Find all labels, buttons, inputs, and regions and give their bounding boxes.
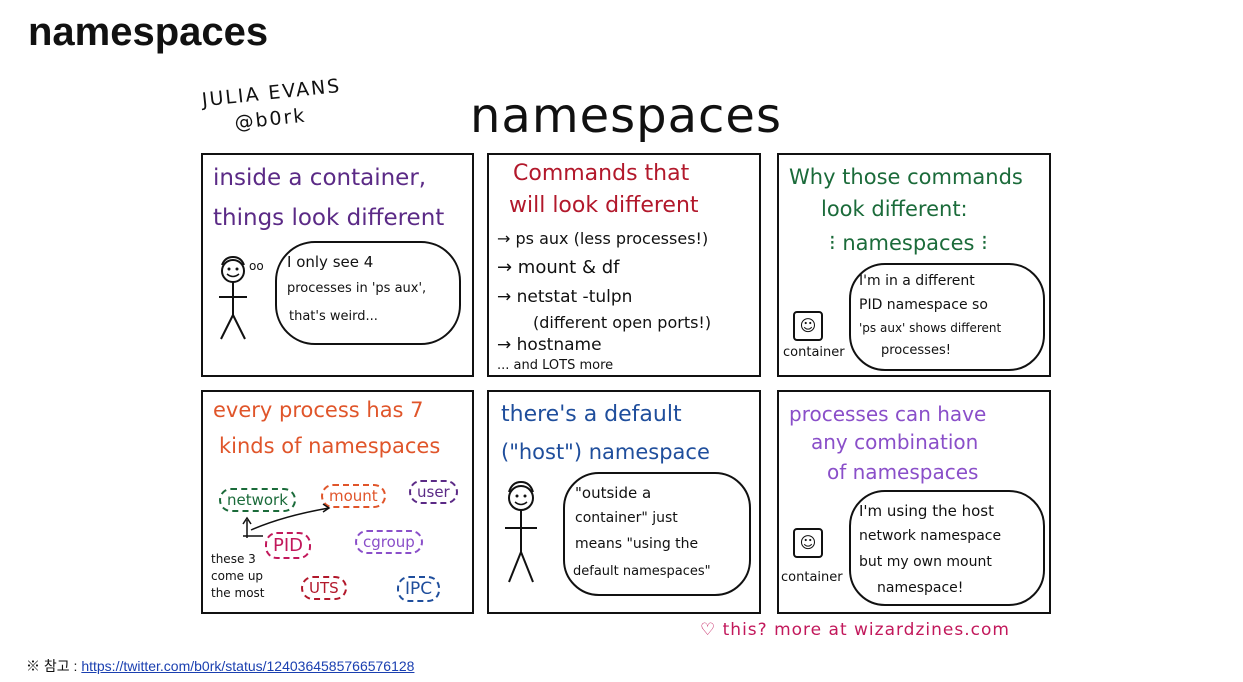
command-item: → hostname xyxy=(497,335,602,355)
speech-line: 'ps aux' shows different xyxy=(859,321,1002,335)
author-signature: JULIA EVANS @b0rk xyxy=(201,73,345,139)
panel-title-line2: kinds of namespaces xyxy=(219,434,441,458)
panel-title-line1: every process has 7 xyxy=(213,398,424,422)
speech-line: means "using the xyxy=(575,536,699,552)
thought-cloud: I only see 4 processes in 'ps aux', that… xyxy=(275,241,461,345)
speech-line: processes! xyxy=(881,343,951,358)
panel-any-combination: processes can have any combination of na… xyxy=(777,390,1051,614)
speech-bubble: "outside a container" just means "using … xyxy=(563,472,751,596)
stick-figure-icon xyxy=(505,480,537,583)
namespace-tag-uts: UTS xyxy=(301,576,347,600)
container-icon: ☺ xyxy=(793,311,823,341)
panel-why-different: Why those commands look different: ⁝ nam… xyxy=(777,153,1051,377)
panel-title-line1: Commands that xyxy=(513,161,690,186)
panel-title-line2: will look different xyxy=(509,193,699,218)
panel-commands: Commands that will look different → ps a… xyxy=(487,153,761,377)
reference-link[interactable]: https://twitter.com/b0rk/status/12403645… xyxy=(81,658,414,674)
speech-line: I'm in a different xyxy=(859,273,975,289)
thought-line: that's weird... xyxy=(289,309,378,324)
speech-line: namespace! xyxy=(877,580,964,596)
panel-inside-container: inside a container, things look differen… xyxy=(201,153,474,377)
thought-dots: oo xyxy=(249,259,264,273)
speech-line: I'm using the host xyxy=(859,502,994,520)
panel-title-line3: of namespaces xyxy=(827,460,979,484)
container-icon: ☺ xyxy=(793,528,823,558)
panel-title-line2: ("host") namespace xyxy=(501,440,710,464)
panel-title-line1: Why those commands xyxy=(789,165,1023,189)
note-line: the most xyxy=(211,586,265,600)
command-item: → mount & df xyxy=(497,257,620,278)
arrows-icon xyxy=(242,503,331,538)
panel-title-line1: processes can have xyxy=(789,402,987,426)
namespace-tag-user: user xyxy=(409,480,458,504)
speech-line: network namespace xyxy=(859,528,1002,544)
panel-title-line2: things look different xyxy=(213,205,445,231)
reference-note: ※ 참고 : https://twitter.com/b0rk/status/1… xyxy=(26,656,414,676)
zine-footer: ♡ this? more at wizardzines.com xyxy=(700,620,1010,640)
panel-title-line2: look different: xyxy=(821,197,968,221)
stick-figure-icon xyxy=(219,255,247,340)
speech-bubble: I'm using the host network namespace but… xyxy=(849,490,1045,606)
command-item: (different open ports!) xyxy=(533,313,712,332)
command-item: ... and LOTS more xyxy=(497,358,614,373)
panel-title-line1: there's a default xyxy=(501,402,682,427)
command-item: → netstat -tulpn xyxy=(497,287,633,307)
speech-line: but my own mount xyxy=(859,554,992,570)
reference-prefix: ※ 참고 : xyxy=(26,658,82,674)
speech-line: default namespaces" xyxy=(573,564,711,579)
speech-line: PID namespace so xyxy=(859,297,988,313)
container-label: container xyxy=(783,345,845,360)
panel-default-namespace: there's a default ("host") namespace "ou… xyxy=(487,390,761,614)
command-item: → ps aux (less processes!) xyxy=(497,229,709,248)
thought-line: I only see 4 xyxy=(287,253,374,271)
speech-line: "outside a xyxy=(575,484,652,502)
note-line: come up xyxy=(211,569,264,583)
panel-title-line1: inside a container, xyxy=(213,165,427,191)
panel-title-line3: ⁝ namespaces ⁝ xyxy=(829,231,988,255)
speech-bubble: I'm in a different PID namespace so 'ps … xyxy=(849,263,1045,371)
note-line: these 3 xyxy=(211,552,256,566)
container-label: container xyxy=(781,570,843,585)
panel-seven-namespaces: every process has 7 kinds of namespaces … xyxy=(201,390,474,614)
slide-title: namespaces xyxy=(28,10,269,54)
namespace-tag-ipc: IPC xyxy=(397,576,441,602)
speech-line: container" just xyxy=(575,510,678,526)
namespace-tag-cgroup: cgroup xyxy=(355,530,423,554)
zine-title: namespaces xyxy=(470,88,782,144)
panel-title-line2: any combination xyxy=(811,430,979,454)
thought-line: processes in 'ps aux', xyxy=(287,281,427,296)
